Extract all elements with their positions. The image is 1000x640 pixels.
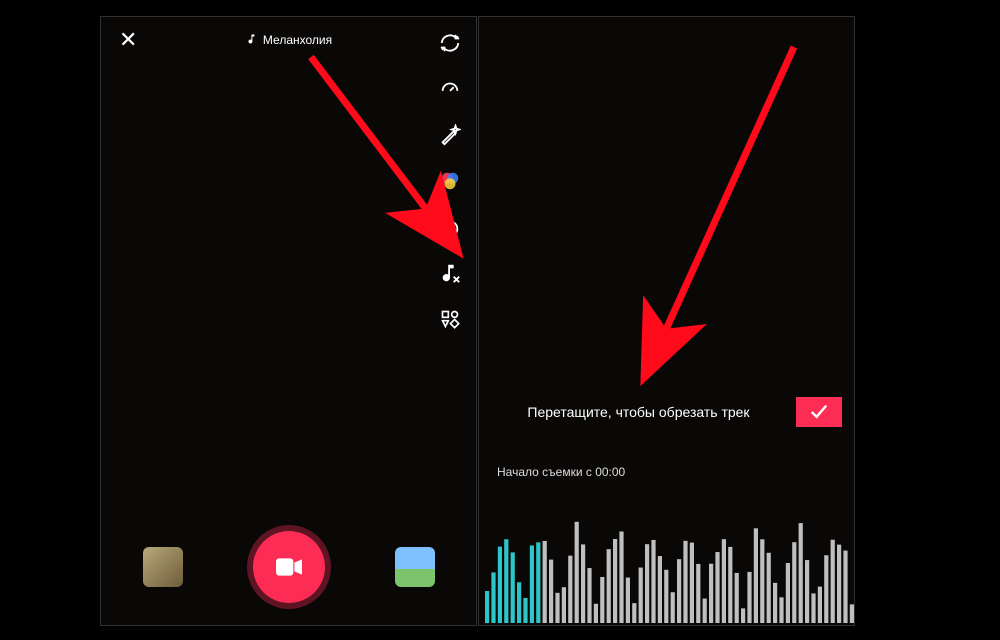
flip-camera-icon[interactable] [438, 31, 462, 55]
timer-3s-icon[interactable]: 3 [438, 215, 462, 239]
sound-label: Меланхолия [263, 33, 332, 47]
close-button[interactable]: ✕ [119, 29, 137, 51]
sound-selector[interactable]: Меланхолия [245, 33, 332, 48]
effects-button[interactable] [143, 547, 183, 587]
camera-screen: ✕ Меланхолия 3 [100, 16, 477, 626]
upload-button[interactable] [395, 547, 435, 587]
music-note-icon [245, 33, 257, 48]
trim-prompt-row: Перетащите, чтобы обрезать трек [479, 397, 854, 427]
magic-wand-icon[interactable] [438, 123, 462, 147]
bottom-bar [101, 531, 476, 603]
tool-column: 3 [438, 31, 462, 331]
top-bar: ✕ Меланхолия [101, 29, 476, 51]
filters-icon[interactable] [438, 169, 462, 193]
record-button[interactable] [253, 531, 325, 603]
trim-prompt-label: Перетащите, чтобы обрезать трек [491, 404, 786, 420]
sound-waveform[interactable] [479, 505, 854, 625]
speed-off-icon[interactable] [438, 77, 462, 101]
annotation-arrow-icon [619, 37, 849, 397]
trim-sound-screen: Перетащите, чтобы обрезать трек Начало с… [478, 16, 855, 626]
svg-text:3: 3 [448, 226, 453, 235]
confirm-trim-button[interactable] [796, 397, 842, 427]
start-time-label: Начало съемки с 00:00 [497, 465, 625, 479]
grid-icon[interactable] [438, 307, 462, 331]
music-trim-icon[interactable] [438, 261, 462, 285]
